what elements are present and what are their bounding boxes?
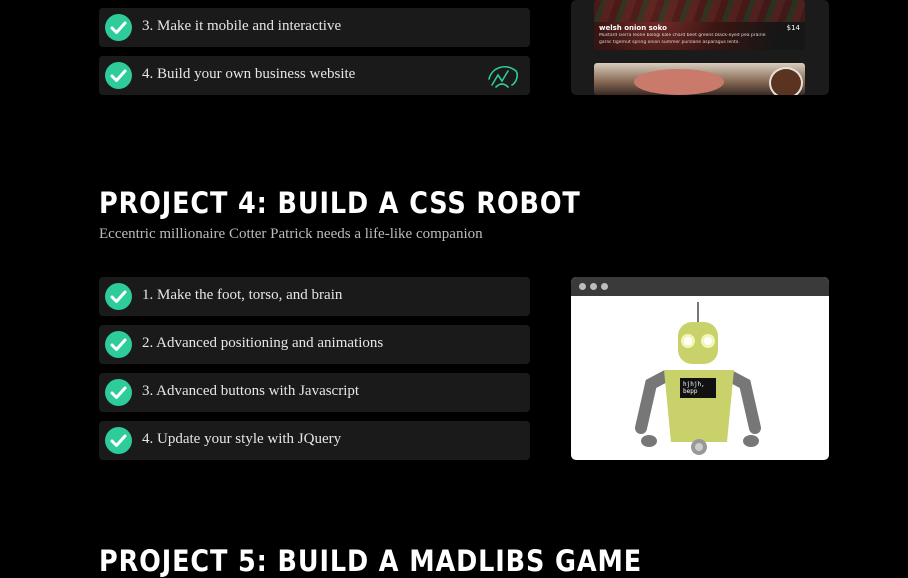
- project-preview-card[interactable]: welsh onion soko $14 Mustard sierra leon…: [571, 0, 829, 95]
- project-subtitle: Eccentric millionaire Cotter Patrick nee…: [99, 226, 483, 242]
- task-label: 3. Make it mobile and interactive: [142, 18, 342, 34]
- task-item[interactable]: 4. Build your own business website: [99, 56, 530, 95]
- menu-item-name: welsh onion soko: [599, 24, 667, 32]
- task-item[interactable]: 3. Make it mobile and interactive: [99, 8, 530, 47]
- window-dot-icon: [579, 283, 586, 290]
- menu-item-description: garlic tigernut spring onion summer purs…: [599, 40, 740, 45]
- robot-illustration: [635, 302, 761, 455]
- robot-screen-text: hjhjh, bepp: [683, 381, 705, 395]
- task-item[interactable]: 2. Advanced positioning and animations: [99, 325, 530, 364]
- task-label: 4. Update your style with JQuery: [142, 431, 342, 447]
- task-label: 1. Make the foot, torso, and brain: [142, 287, 343, 303]
- food-image: welsh onion soko $14 Mustard sierra leon…: [594, 0, 805, 50]
- task-item[interactable]: 4. Update your style with JQuery: [99, 421, 530, 460]
- task-item[interactable]: 3. Advanced buttons with Javascript: [99, 373, 530, 412]
- task-label: 2. Advanced positioning and animations: [142, 335, 384, 351]
- browser-titlebar: [571, 277, 829, 296]
- checkmark-icon: [105, 379, 132, 406]
- task-label: 4. Build your own business website: [142, 66, 356, 82]
- checkmark-icon: [105, 331, 132, 358]
- checkmark-icon: [105, 62, 132, 89]
- bolt-icon: [486, 61, 520, 95]
- menu-item-price: $14: [786, 24, 800, 32]
- project-title: PROJECT 4: BUILD A CSS ROBOT: [99, 186, 581, 220]
- task-item[interactable]: 1. Make the foot, torso, and brain: [99, 277, 530, 316]
- window-dot-icon: [590, 283, 597, 290]
- food-image: [594, 63, 805, 95]
- project-preview-card[interactable]: hjhjh, bepp: [571, 277, 829, 460]
- checkmark-icon: [105, 427, 132, 454]
- task-label: 3. Advanced buttons with Javascript: [142, 383, 360, 399]
- checkmark-icon: [105, 14, 132, 41]
- menu-item-description: Mustard sierra leone bologi kale chard b…: [599, 33, 766, 38]
- checkmark-icon: [105, 283, 132, 310]
- window-dot-icon: [601, 283, 608, 290]
